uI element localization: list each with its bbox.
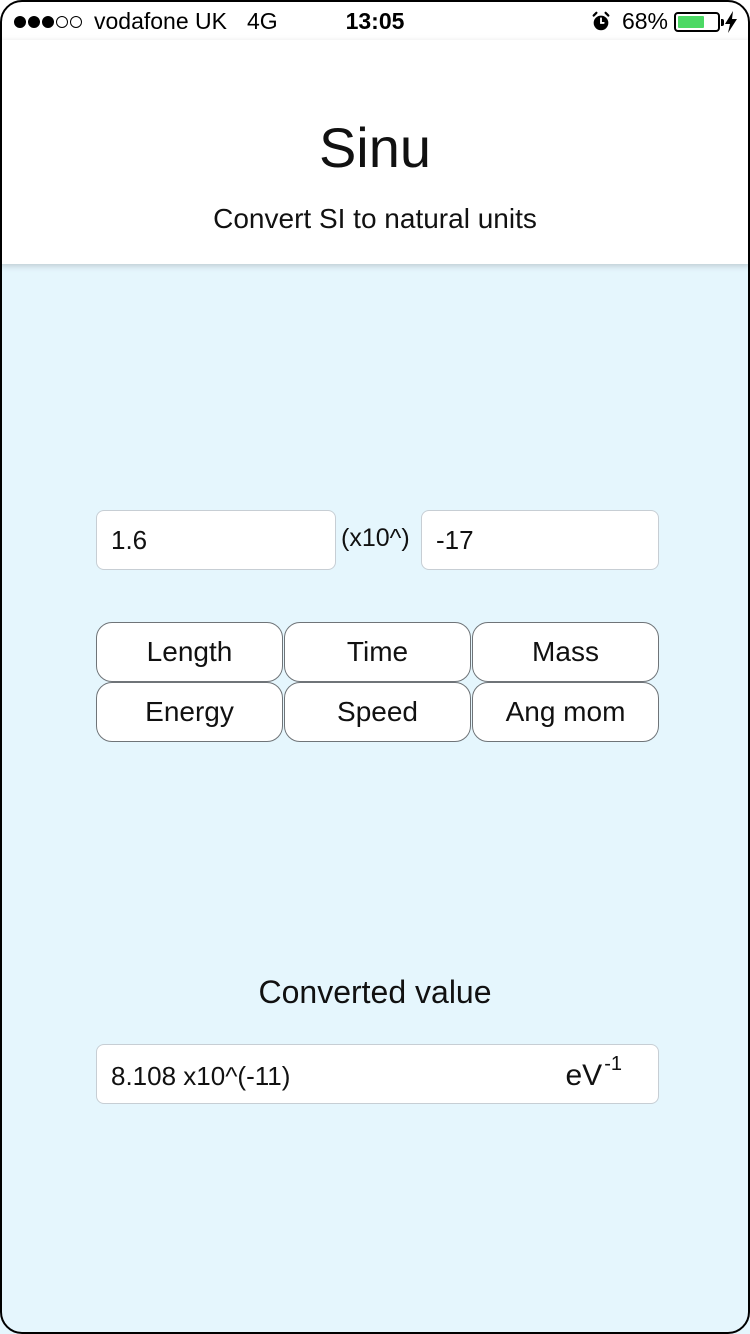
- mass-button[interactable]: Mass: [472, 622, 659, 682]
- converted-value-label: Converted value: [258, 974, 492, 1010]
- mantissa-input[interactable]: 1.6: [96, 510, 336, 570]
- battery-cap: [721, 18, 724, 26]
- app-subtitle: Convert SI to natural units: [213, 203, 537, 234]
- ang-mom-button[interactable]: Ang mom: [472, 682, 659, 742]
- status-right: 68%: [590, 8, 738, 35]
- result-unit-exponent: -1: [604, 1053, 622, 1075]
- speed-button[interactable]: Speed: [284, 682, 471, 742]
- exponent-input[interactable]: -17: [421, 510, 659, 570]
- battery-icon: [674, 11, 724, 32]
- charging-bolt-icon: [725, 10, 737, 33]
- status-bar: vodafone UK 4G 13:05 68%: [0, 0, 750, 40]
- app-title: Sinu: [318, 116, 432, 179]
- alarm-icon: [592, 11, 610, 30]
- main-content: 1.6 (x10^) -17 Length Time Mass Energy S…: [0, 264, 750, 1334]
- time-button[interactable]: Time: [284, 622, 471, 682]
- result-unit-base: eV: [565, 1059, 603, 1092]
- length-button[interactable]: Length: [96, 622, 283, 682]
- result-unit: eV -1: [565, 1053, 623, 1093]
- result-value: 8.108 x10^(-11): [111, 1061, 291, 1091]
- result-field: 8.108 x10^(-11) eV -1: [96, 1044, 659, 1104]
- multiplier-label: (x10^): [341, 524, 410, 552]
- app-header: Sinu Convert SI to natural units: [0, 40, 750, 264]
- energy-button[interactable]: Energy: [96, 682, 283, 742]
- battery-fill: [678, 15, 704, 28]
- battery-percent: 68%: [621, 8, 668, 34]
